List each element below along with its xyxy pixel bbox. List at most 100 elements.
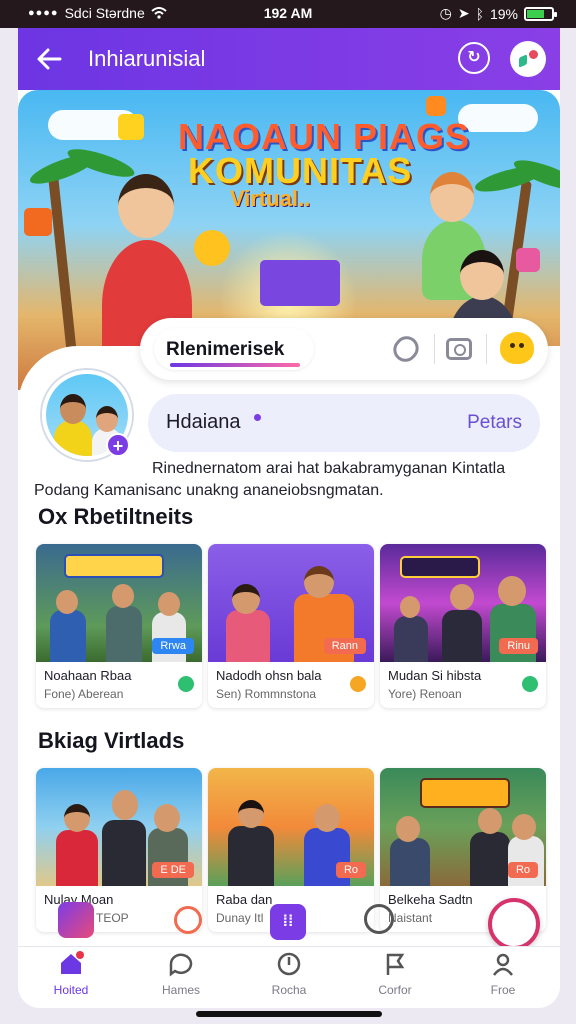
content-tile[interactable]: Rrwa Noahaan Rbaa Fone) Aberean — [36, 544, 202, 708]
content-tile[interactable]: Rinu Mudan Si hibsta Yore) Renoan — [380, 544, 546, 708]
tab-underline — [170, 363, 300, 367]
nav-label: Froe — [490, 983, 516, 997]
bluetooth-icon: ᛒ — [475, 5, 484, 22]
text-caret — [254, 414, 261, 421]
tile-subtitle: Sen) Rommnstona — [216, 687, 317, 701]
person-head — [232, 584, 260, 614]
add-photo-button[interactable]: + — [106, 433, 130, 457]
tile-title: Nadodh ohsn bala — [216, 668, 322, 683]
person-head — [64, 804, 90, 832]
flag-icon — [382, 951, 408, 977]
person-figure — [226, 610, 270, 662]
floating-cube — [516, 248, 540, 272]
clock-edit-icon[interactable]: ↻ — [458, 42, 490, 74]
nav-item-flag[interactable]: Corfor — [350, 951, 440, 997]
palm-trunk — [47, 170, 79, 370]
tile-badge: E DE — [152, 862, 194, 878]
chat-icon — [168, 951, 194, 977]
community-description: Rinednernatom arai hat bakabramyganan Ki… — [34, 458, 544, 502]
tile-title: Mudan Si hibsta — [388, 668, 482, 683]
person-head — [154, 804, 180, 832]
floating-cube — [426, 96, 446, 116]
search-value: Hdaiana — [166, 411, 241, 433]
nav-label: Hoited — [53, 983, 89, 997]
tile-badge: Ro — [335, 862, 366, 878]
alarm-icon: ◷ — [439, 5, 452, 21]
main-card: Inhiarunisial ↻ NAOAUN PIAGS KOMUNITAS V… — [18, 28, 560, 1008]
app-logo-icon[interactable] — [510, 41, 546, 77]
nav-label: Corfor — [378, 983, 412, 997]
banner-title-line3: Virtual.. — [230, 186, 311, 211]
profile-icon — [490, 951, 516, 977]
nav-item-profile[interactable]: Froe — [458, 951, 548, 997]
tile-subtitle: Dunay Itl — [216, 911, 264, 925]
floating-cube — [118, 114, 144, 140]
person-head — [118, 174, 174, 238]
boombox-shape — [260, 260, 340, 306]
paperclip-icon[interactable] — [388, 331, 424, 367]
nav-label: Hames — [161, 983, 200, 997]
search-field[interactable]: Hdaiana Petars — [148, 394, 540, 452]
tile-title: Noahaan Rbaa — [44, 668, 132, 683]
person-figure — [508, 836, 544, 886]
location-icon: ➤ — [457, 5, 470, 21]
grid-menu-icon[interactable]: ⁞⁞ — [270, 904, 306, 940]
person-head — [112, 790, 138, 820]
bottom-nav: Hoited Hames Rocha Corfor Froe — [18, 946, 560, 1008]
person-head — [158, 592, 180, 616]
shortcut-app-icon[interactable] — [58, 902, 94, 938]
person-head — [498, 576, 526, 606]
search-icon[interactable] — [364, 904, 394, 934]
person-head — [512, 814, 536, 840]
search-action-link[interactable]: Petars — [467, 412, 522, 434]
person-head — [56, 590, 78, 614]
nav-item-compass[interactable]: Rocha — [244, 951, 334, 997]
profile-fab-icon[interactable] — [488, 898, 540, 950]
person-figure — [228, 826, 274, 886]
divider — [486, 334, 487, 364]
person-head — [238, 800, 264, 828]
status-bar: ●●●● Sdci Stərdne 192 AM ◷ ➤ ᛒ 19% — [0, 0, 576, 28]
nav-item-home[interactable]: Hoited — [26, 951, 116, 997]
tile-subtitle: Naistant — [388, 911, 433, 925]
avatar-head — [96, 406, 118, 432]
compass-icon — [276, 951, 302, 977]
avatar-person — [54, 420, 92, 456]
camera-icon[interactable] — [446, 338, 472, 360]
sign-board — [420, 778, 510, 808]
phone-screen: ●●●● Sdci Stərdne 192 AM ◷ ➤ ᛒ 19% Inhia… — [0, 0, 576, 1024]
section-title: Ox Rbetiltneits — [38, 504, 194, 529]
person-figure — [106, 606, 142, 662]
shortcut-tools-icon[interactable] — [174, 906, 202, 934]
person-head — [478, 808, 502, 834]
tile-badge: Rann — [323, 638, 366, 654]
description-line1: Rinednernatom arai hat bakabramyganan Ki… — [152, 460, 506, 477]
content-tile[interactable]: Rann Nadodh ohsn bala Sen) Rommnstona — [208, 544, 374, 708]
battery-icon — [524, 6, 557, 21]
person-figure — [442, 610, 482, 662]
tile-badge: Rrwa — [152, 638, 194, 654]
profile-tab-bar: Rlenimerisek — [140, 318, 548, 380]
person-head — [112, 584, 134, 608]
leaf-icon — [178, 676, 194, 692]
person-head — [460, 250, 504, 300]
emoji-icon[interactable] — [500, 332, 534, 364]
nav-item-chat[interactable]: Hames — [136, 951, 226, 997]
tab-active[interactable]: Rlenimerisek — [154, 328, 314, 370]
tile-subtitle: TEOP — [96, 911, 129, 925]
back-arrow-icon[interactable] — [34, 44, 64, 74]
sign-board — [64, 554, 164, 578]
section-title: Bkiag Virtlads — [38, 728, 185, 753]
battery-percent: 19% — [489, 5, 518, 22]
person-head — [430, 172, 474, 222]
person-figure — [470, 832, 510, 886]
person-figure — [394, 616, 428, 662]
app-bar: Inhiarunisial ↻ — [18, 28, 560, 90]
home-indicator[interactable] — [196, 1011, 382, 1017]
tab-active-label: Rlenimerisek — [166, 339, 285, 360]
home-icon — [58, 951, 84, 977]
divider — [434, 334, 435, 364]
tile-title: Belkeha Sadtn — [388, 892, 473, 907]
person-head — [396, 816, 420, 842]
person-figure — [50, 610, 86, 662]
